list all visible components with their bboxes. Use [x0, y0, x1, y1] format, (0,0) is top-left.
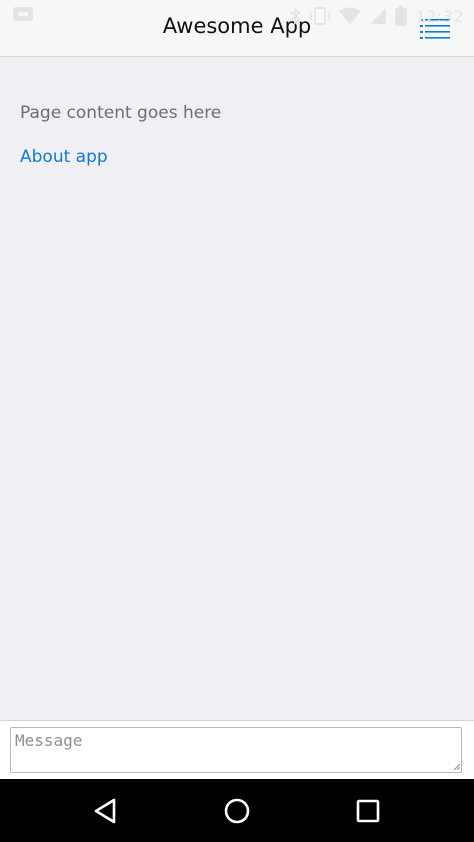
back-icon — [94, 798, 116, 824]
back-button[interactable] — [88, 794, 122, 828]
home-icon — [224, 798, 250, 824]
menu-button[interactable] — [420, 18, 450, 40]
page-content: Page content goes here About app — [0, 57, 474, 720]
navbar: Awesome App — [0, 0, 474, 57]
home-button[interactable] — [220, 794, 254, 828]
recents-button[interactable] — [351, 794, 385, 828]
page-title: Awesome App — [162, 14, 312, 38]
page-content-text: Page content goes here — [20, 103, 222, 123]
app-screen: Awesome App 12:32 Page content goes here… — [0, 0, 474, 842]
recents-icon — [356, 799, 380, 823]
about-app-link[interactable]: About app — [20, 147, 108, 167]
message-input[interactable] — [10, 727, 462, 773]
system-navigation-bar — [0, 779, 474, 842]
hamburger-menu-icon — [420, 19, 450, 39]
message-toolbar — [0, 720, 474, 779]
